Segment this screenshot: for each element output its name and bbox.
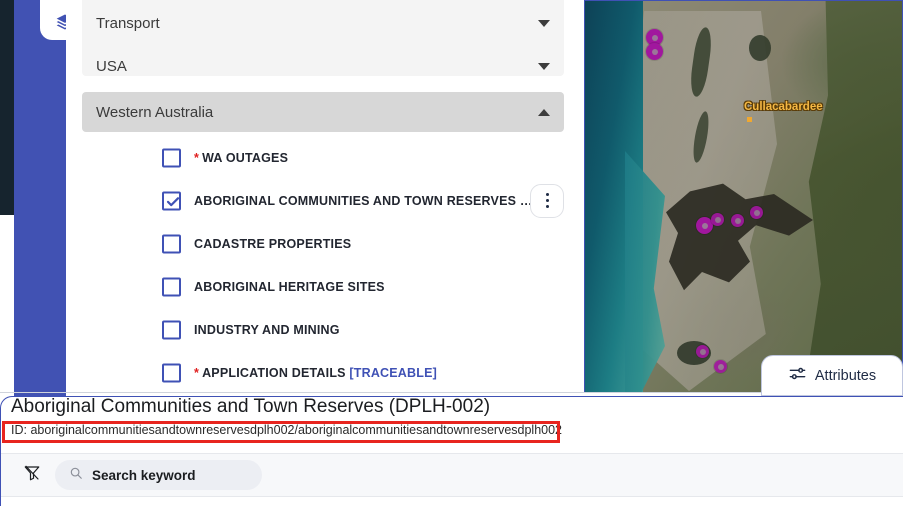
search-input[interactable]: Search keyword [55,460,262,490]
layer-label: INDUSTRY AND MINING [194,322,340,337]
map-marker[interactable] [750,206,763,219]
layer-label: ABORIGINAL COMMUNITIES AND TOWN RESERVES… [194,193,534,208]
chevron-down-icon [538,62,550,70]
layer-row-aboriginal-communities[interactable]: ABORIGINAL COMMUNITIES AND TOWN RESERVES… [82,179,584,222]
layer-group-label: Transport [96,14,160,32]
layer-label: * APPLICATION DETAILS [TRACEABLE] [194,365,437,380]
layer-group-western-australia[interactable]: Western Australia [82,92,564,132]
layer-row-application-details[interactable]: * APPLICATION DETAILS [TRACEABLE] [82,351,584,394]
attributes-tab[interactable]: Attributes [761,355,903,396]
layer-checkbox[interactable] [162,363,181,382]
map-marker[interactable] [711,213,724,226]
layer-list: * WA OUTAGES ABORIGINAL COMMUNITIES AND T… [82,136,584,394]
layer-group-label: USA [96,57,127,75]
layer-label: ABORIGINAL HERITAGE SITES [194,279,385,294]
sliders-icon [788,364,807,388]
map-view[interactable]: Cullacabardee [584,0,903,393]
feature-table-header-strip [1,497,903,506]
map-place-label: Cullacabardee [744,101,823,113]
map-application: Transport USA Western Australia * WA OUTA… [0,0,903,506]
layer-label: CADASTRE PROPERTIES [194,236,352,251]
chevron-up-icon [538,108,550,116]
layer-row-wa-outages[interactable]: * WA OUTAGES [82,136,584,179]
required-asterisk: * [194,365,200,380]
map-basemap-imagery [585,1,902,392]
layer-id-text: ID: aboriginalcommunitiesandtownreserves… [11,423,563,437]
feature-table-panel: Aboriginal Communities and Town Reserves… [0,396,903,506]
layer-checkbox[interactable] [162,277,181,296]
traceable-badge: [TRACEABLE] [349,365,437,380]
filter-icon[interactable] [23,464,41,487]
map-marker[interactable] [646,43,663,60]
layer-label: * WA OUTAGES [194,150,289,165]
layers-panel: Transport USA Western Australia * WA OUTA… [66,0,584,400]
layer-group-transport[interactable]: Transport [82,0,564,46]
layer-checkbox[interactable] [162,191,181,210]
chevron-down-icon [538,19,550,27]
collapsed-groups-container: Transport USA [82,0,564,76]
attributes-tab-label: Attributes [814,367,877,384]
map-marker[interactable] [714,360,727,373]
layer-row-aboriginal-heritage-sites[interactable]: ABORIGINAL HERITAGE SITES [82,265,584,308]
map-place-dot [747,117,752,122]
layer-row-cadastre-properties[interactable]: CADASTRE PROPERTIES [82,222,584,265]
layer-group-label: Western Australia [96,103,214,121]
app-rail-primary [14,0,90,400]
search-placeholder: Search keyword [92,467,196,483]
layer-group-usa[interactable]: USA [82,43,564,89]
map-marker[interactable] [696,345,709,358]
search-icon [69,466,83,485]
map-marker[interactable] [731,214,744,227]
page-title: Aboriginal Communities and Town Reserves… [11,396,491,417]
layer-options-button[interactable] [530,183,564,218]
layer-checkbox[interactable] [162,320,181,339]
app-rail-dark [0,0,14,215]
layer-checkbox[interactable] [162,148,181,167]
feature-table-toolbar: Search keyword [1,453,903,497]
layer-checkbox[interactable] [162,234,181,253]
layer-row-industry-and-mining[interactable]: INDUSTRY AND MINING [82,308,584,351]
required-asterisk: * [194,150,200,165]
